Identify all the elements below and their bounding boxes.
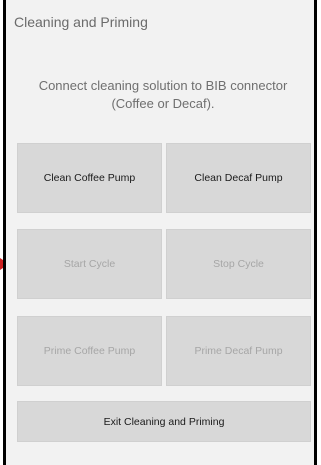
start-cycle-button[interactable]: Start Cycle	[17, 229, 162, 299]
clean-decaf-pump-button[interactable]: Clean Decaf Pump	[166, 143, 311, 213]
screenshot-frame: Cleaning and Priming Connect cleaning so…	[0, 0, 321, 465]
instruction-text: Connect cleaning solution to BIB connect…	[38, 78, 288, 111]
stop-cycle-button[interactable]: Stop Cycle	[166, 229, 311, 299]
clean-coffee-pump-button[interactable]: Clean Coffee Pump	[17, 143, 162, 213]
cleaning-priming-panel: Cleaning and Priming Connect cleaning so…	[3, 0, 317, 465]
prime-coffee-pump-button[interactable]: Prime Coffee Pump	[17, 316, 162, 386]
page-title: Cleaning and Priming	[14, 14, 148, 30]
prime-decaf-pump-button[interactable]: Prime Decaf Pump	[166, 316, 311, 386]
exit-cleaning-priming-button[interactable]: Exit Cleaning and Priming	[17, 401, 311, 442]
